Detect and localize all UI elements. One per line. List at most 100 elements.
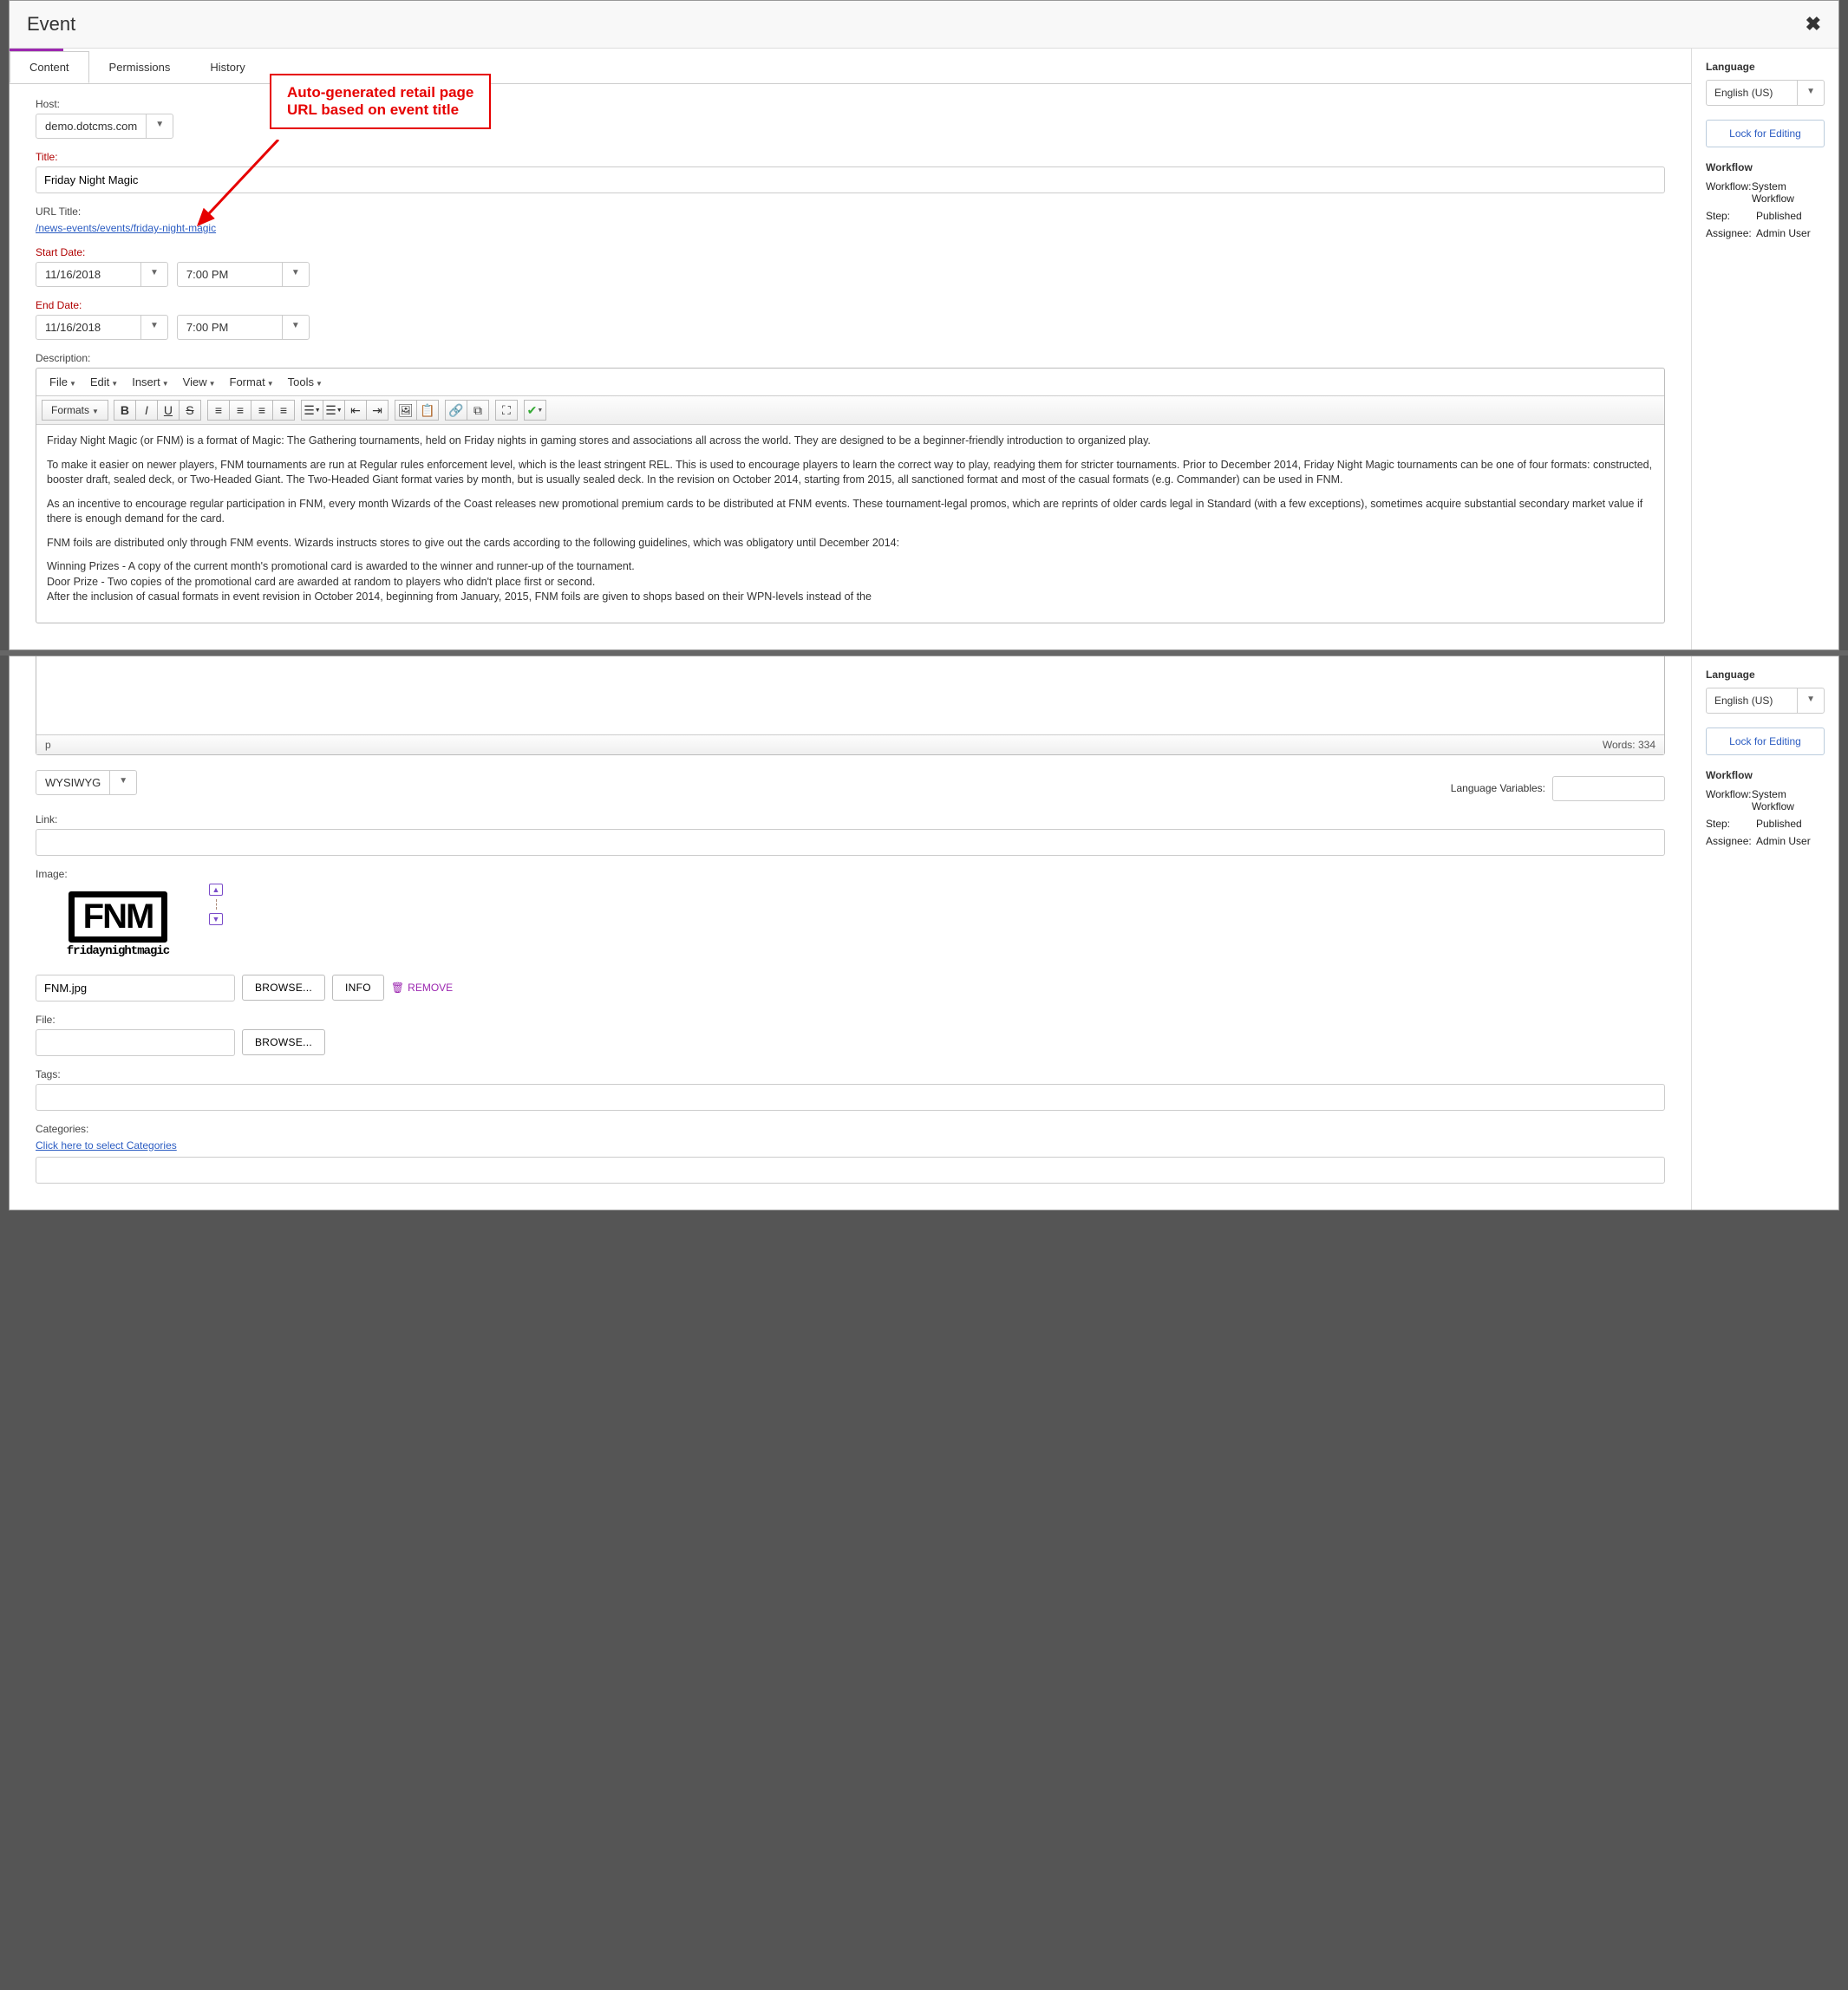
menu-file[interactable]: File▼ [45, 374, 81, 390]
fullscreen-icon[interactable]: ⛶ [495, 400, 518, 421]
end-time-picker[interactable]: 7:00 PM ▼ [177, 315, 310, 340]
step-row: Step:Published [1706, 210, 1825, 222]
link-input[interactable] [36, 829, 1665, 856]
event-dialog-lower: p Words: 334 WYSIWYG ▼ Language Variable… [9, 656, 1839, 1210]
assignee-row: Assignee:Admin User [1706, 227, 1825, 239]
categories-input[interactable] [36, 1157, 1665, 1184]
url-title-link[interactable]: /news-events/events/friday-night-magic [36, 222, 216, 234]
editor-path: p [45, 739, 51, 751]
editor-statusbar: p Words: 334 [36, 734, 1664, 754]
image-info-button[interactable]: INFO [332, 975, 384, 1001]
workflow-heading: Workflow [1706, 161, 1825, 173]
start-date-label: Start Date: [36, 246, 1665, 258]
tab-permissions[interactable]: Permissions [89, 51, 191, 83]
bold-icon[interactable]: B [114, 400, 136, 421]
image-thumbnail: FNM fridaynightmagic [36, 884, 200, 966]
close-icon[interactable]: ✖ [1806, 13, 1821, 36]
unlink-icon[interactable]: ⧉ [467, 400, 489, 421]
editor-paragraph: Winning Prizes - A copy of the current m… [47, 559, 1654, 605]
resize-handle-icon[interactable] [216, 899, 217, 910]
workflow-row: Workflow:System Workflow [1706, 788, 1825, 812]
formats-dropdown[interactable]: Formats▼ [42, 400, 108, 421]
chevron-down-icon[interactable]: ▼ [140, 316, 167, 339]
menu-format[interactable]: Format▼ [225, 374, 278, 390]
image-filename-input[interactable] [36, 975, 235, 1002]
editor-menubar: File▼ Edit▼ Insert▼ View▼ Format▼ Tools▼ [36, 369, 1664, 396]
chevron-down-icon[interactable]: ▼ [1797, 81, 1824, 105]
host-select[interactable]: demo.dotcms.com ▼ [36, 114, 173, 139]
chevron-down-icon[interactable]: ▼ [146, 114, 173, 138]
editor-mode-select[interactable]: WYSIWYG ▼ [36, 770, 137, 795]
check-icon[interactable]: ✔▼ [524, 400, 546, 421]
outdent-icon[interactable]: ⇤ [344, 400, 367, 421]
lock-for-editing-button[interactable]: Lock for Editing [1706, 120, 1825, 147]
language-variables-input[interactable] [1552, 776, 1665, 801]
tab-bar: Content Permissions History [10, 51, 1691, 84]
tags-label: Tags: [36, 1068, 1665, 1080]
bullet-list-icon[interactable]: ☰▼ [301, 400, 323, 421]
host-value: demo.dotcms.com [36, 114, 146, 138]
file-label: File: [36, 1014, 1665, 1026]
indent-icon[interactable]: ⇥ [366, 400, 389, 421]
sidebar-upper: Language English (US) ▼ Lock for Editing… [1691, 49, 1838, 649]
tags-input[interactable] [36, 1084, 1665, 1111]
chevron-down-icon[interactable]: ▼ [140, 263, 167, 286]
chevron-down-icon[interactable]: ▼ [1797, 688, 1824, 713]
workflow-heading: Workflow [1706, 769, 1825, 781]
language-select[interactable]: English (US) ▼ [1706, 688, 1825, 714]
chevron-down-icon[interactable]: ▼ [109, 771, 136, 794]
language-variables-field: Language Variables: [1451, 776, 1665, 801]
step-row: Step:Published [1706, 818, 1825, 830]
italic-icon[interactable]: I [135, 400, 158, 421]
image-size-down-icon[interactable]: ▼ [209, 913, 223, 925]
workflow-row: Workflow:System Workflow [1706, 180, 1825, 205]
link-label: Link: [36, 813, 1665, 825]
end-date-picker[interactable]: 11/16/2018 ▼ [36, 315, 168, 340]
rich-text-editor: File▼ Edit▼ Insert▼ View▼ Format▼ Tools▼… [36, 368, 1665, 623]
language-select[interactable]: English (US) ▼ [1706, 80, 1825, 106]
editor-toolbar: Formats▼ B I U S ≡ ≡ ≡ ≡ ☰▼ ☰▼ [36, 396, 1664, 425]
categories-link[interactable]: Click here to select Categories [36, 1139, 177, 1152]
language-variables-label: Language Variables: [1451, 782, 1545, 794]
menu-tools[interactable]: Tools▼ [284, 374, 327, 390]
chevron-down-icon[interactable]: ▼ [282, 263, 309, 286]
link-icon[interactable]: 🔗 [445, 400, 467, 421]
tab-history[interactable]: History [190, 51, 264, 83]
editor-paragraph: As an incentive to encourage regular par… [47, 497, 1654, 527]
align-left-icon[interactable]: ≡ [207, 400, 230, 421]
lock-for-editing-button[interactable]: Lock for Editing [1706, 727, 1825, 755]
image-label: Image: [36, 868, 1665, 880]
start-time-picker[interactable]: 7:00 PM ▼ [177, 262, 310, 287]
image-size-up-icon[interactable]: ▲ [209, 884, 223, 896]
tab-content[interactable]: Content [10, 51, 89, 83]
file-browse-button[interactable]: BROWSE... [242, 1029, 325, 1055]
language-value: English (US) [1707, 81, 1797, 105]
dialog-header: Event ✖ [10, 1, 1838, 49]
trash-icon: 🗑 [391, 982, 404, 994]
editor-paragraph: To make it easier on newer players, FNM … [47, 458, 1654, 488]
menu-view[interactable]: View▼ [179, 374, 220, 390]
end-time-value: 7:00 PM [178, 316, 282, 339]
image-browse-button[interactable]: BROWSE... [242, 975, 325, 1001]
chevron-down-icon[interactable]: ▼ [282, 316, 309, 339]
underline-icon[interactable]: U [157, 400, 180, 421]
strikethrough-icon[interactable]: S [179, 400, 201, 421]
menu-edit[interactable]: Edit▼ [86, 374, 122, 390]
editor-body[interactable]: Friday Night Magic (or FNM) is a format … [36, 425, 1664, 623]
align-right-icon[interactable]: ≡ [251, 400, 273, 421]
start-date-picker[interactable]: 11/16/2018 ▼ [36, 262, 168, 287]
file-input[interactable] [36, 1029, 235, 1056]
language-heading: Language [1706, 61, 1825, 73]
menu-insert[interactable]: Insert▼ [127, 374, 173, 390]
end-date-label: End Date: [36, 299, 1665, 311]
paste-icon[interactable]: 📋 [416, 400, 439, 421]
numbered-list-icon[interactable]: ☰▼ [323, 400, 345, 421]
editor-body-continuation[interactable] [36, 656, 1664, 734]
align-center-icon[interactable]: ≡ [229, 400, 251, 421]
annotation-arrow-icon [192, 140, 296, 235]
main-column: Content Permissions History Auto-generat… [10, 49, 1691, 649]
image-remove-button[interactable]: 🗑 REMOVE [391, 982, 453, 994]
assignee-row: Assignee:Admin User [1706, 835, 1825, 847]
insert-image-icon[interactable]: 🖼 [395, 400, 417, 421]
align-justify-icon[interactable]: ≡ [272, 400, 295, 421]
